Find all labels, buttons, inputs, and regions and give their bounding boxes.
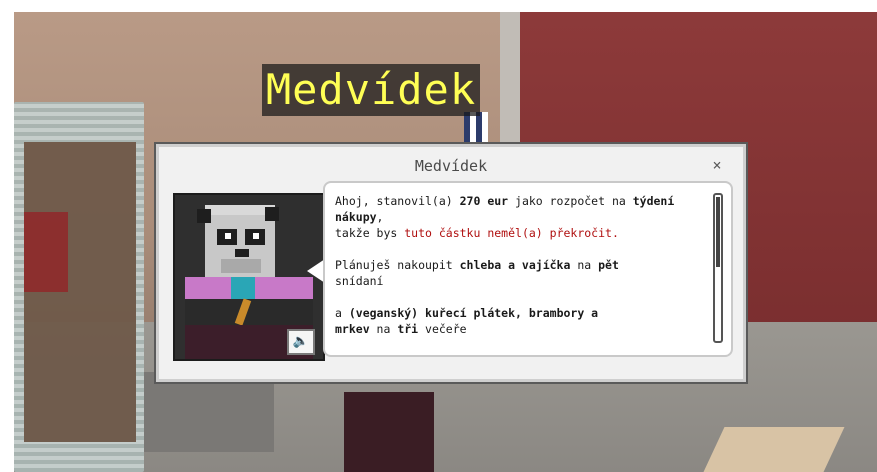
message-line: snídaní bbox=[335, 273, 701, 289]
bold-text: mrkev bbox=[335, 322, 370, 336]
text-span: Plánuješ nakoupit bbox=[335, 258, 460, 272]
stone-block bbox=[144, 372, 274, 452]
text-span: jako rozpočet na bbox=[508, 194, 633, 208]
dialog-title: Medvídek bbox=[414, 157, 488, 175]
message-line: takže bys tuto částku neměl(a) překročit… bbox=[335, 225, 701, 241]
message-line: Plánuješ nakoupit chleba a vajíčka na pě… bbox=[335, 257, 701, 273]
bold-text: chleba a vajíčka bbox=[459, 258, 571, 272]
warning-text: tuto částku neměl(a) překročit. bbox=[404, 226, 619, 240]
speech-bubble: Ahoj, stanovil(a) 270 eur jako rozpočet … bbox=[323, 181, 733, 357]
dialog-message: Ahoj, stanovil(a) 270 eur jako rozpočet … bbox=[335, 193, 701, 345]
sand-block bbox=[703, 427, 845, 472]
bold-text: tři bbox=[397, 322, 419, 336]
text-span: snídaní bbox=[335, 274, 384, 288]
text-span: , bbox=[376, 210, 384, 224]
budget-amount: 270 eur bbox=[459, 194, 509, 208]
message-scrollbar[interactable] bbox=[713, 193, 723, 343]
message-line: a (veganský) kuřecí plátek, brambory a bbox=[335, 305, 701, 321]
scrollbar-thumb[interactable] bbox=[716, 197, 720, 267]
red-block bbox=[24, 212, 68, 292]
message-line: Ahoj, stanovil(a) 270 eur jako rozpočet … bbox=[335, 193, 701, 209]
message-line: nákupy, bbox=[335, 209, 701, 225]
bold-text: nákupy bbox=[335, 210, 377, 224]
bold-text: (veganský) kuřecí plátek, brambory a bbox=[348, 306, 599, 320]
npc-dialog: Medvídek × 🔈 Ahoj, stanovil(a) 270 eur j… bbox=[156, 144, 746, 382]
message-line: mrkev na tři večeře bbox=[335, 321, 701, 337]
text-span: na bbox=[570, 258, 599, 272]
npc-portrait: 🔈 bbox=[173, 193, 325, 361]
speaker-mute-icon[interactable]: 🔈 bbox=[287, 329, 315, 355]
text-span: takže bys bbox=[335, 226, 405, 240]
text-span: Ahoj, stanovil(a) bbox=[335, 194, 460, 208]
shelf-interior bbox=[24, 142, 136, 442]
npc-nametag: Medvídek bbox=[262, 64, 480, 116]
text-span: a bbox=[335, 306, 349, 320]
bold-text: týdení bbox=[632, 194, 675, 208]
bold-text: pět bbox=[598, 258, 619, 272]
text-span: večeře bbox=[418, 322, 467, 336]
npc-legs bbox=[344, 392, 434, 472]
glass-shelf bbox=[14, 102, 144, 472]
text-span: na bbox=[369, 322, 398, 336]
close-icon[interactable]: × bbox=[705, 153, 729, 177]
